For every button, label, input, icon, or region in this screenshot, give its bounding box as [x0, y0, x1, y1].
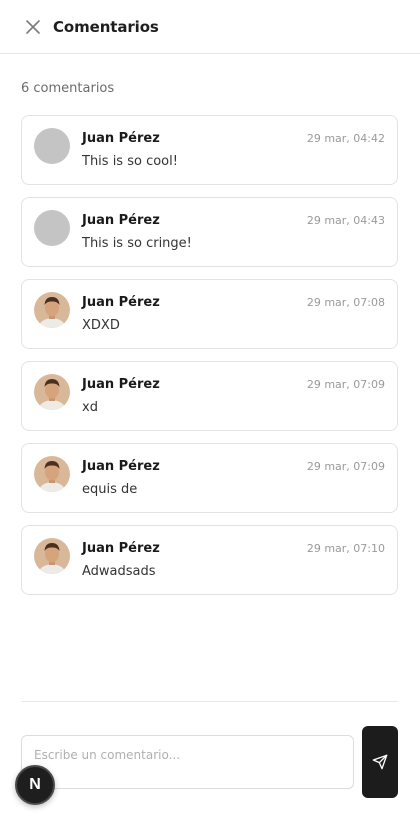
comment-card: Juan Pérez 29 mar, 07:09 equis de: [21, 443, 398, 513]
comment-author: Juan Pérez: [82, 541, 160, 556]
comment-author: Juan Pérez: [82, 377, 160, 392]
comment-time: 29 mar, 07:09: [306, 378, 385, 391]
avatar-photo: [34, 292, 70, 328]
comment-text: Adwadsads: [82, 564, 156, 579]
comment-input-box[interactable]: [21, 735, 354, 789]
comment-time: 29 mar, 04:42: [306, 132, 385, 145]
close-button[interactable]: [23, 17, 43, 37]
comment-author: Juan Pérez: [82, 131, 160, 146]
composer-divider: [21, 701, 398, 702]
comment-text: XDXD: [82, 318, 120, 333]
comment-card: Juan Pérez 29 mar, 04:42 This is so cool…: [21, 115, 398, 185]
avatar-photo: [34, 538, 70, 574]
comment-card: Juan Pérez 29 mar, 07:08 XDXD: [21, 279, 398, 349]
comment-text: xd: [82, 400, 98, 415]
avatar-photo: [34, 456, 70, 492]
avatar-photo: [34, 374, 70, 410]
comments-count: 6 comentarios: [21, 81, 115, 96]
panel-title: Comentarios: [53, 17, 159, 36]
comment-card: Juan Pérez 29 mar, 07:10 Adwadsads: [21, 525, 398, 595]
send-icon: [372, 754, 388, 770]
send-button[interactable]: [362, 726, 398, 798]
comment-card: Juan Pérez 29 mar, 07:09 xd: [21, 361, 398, 431]
avatar-placeholder: [34, 210, 70, 246]
comment-list: Juan Pérez 29 mar, 04:42 This is so cool…: [21, 115, 398, 607]
comment-author: Juan Pérez: [82, 213, 160, 228]
comment-text: equis de: [82, 482, 138, 497]
comment-time: 29 mar, 07:08: [306, 296, 385, 309]
comment-input[interactable]: [22, 736, 353, 766]
dev-badge[interactable]: N: [15, 765, 55, 805]
close-icon: [26, 19, 40, 34]
avatar-placeholder: [34, 128, 70, 164]
comment-time: 29 mar, 07:09: [306, 460, 385, 473]
panel-header: Comentarios: [0, 0, 420, 54]
dev-badge-label: N: [29, 776, 41, 793]
comment-author: Juan Pérez: [82, 459, 160, 474]
comment-card: Juan Pérez 29 mar, 04:43 This is so crin…: [21, 197, 398, 267]
comment-text: This is so cool!: [82, 154, 178, 169]
comment-author: Juan Pérez: [82, 295, 160, 310]
comments-panel: Comentarios 6 comentarios Juan Pérez 29 …: [0, 0, 420, 816]
comment-text: This is so cringe!: [82, 236, 192, 251]
comment-time: 29 mar, 07:10: [306, 542, 385, 555]
comment-time: 29 mar, 04:43: [306, 214, 385, 227]
